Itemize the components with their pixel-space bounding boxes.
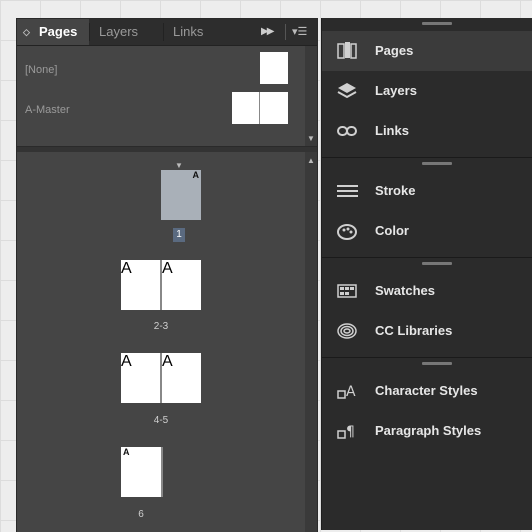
tab-pages[interactable]: ◇ Pages xyxy=(17,19,89,45)
swatches-icon xyxy=(336,280,358,302)
dock-item-label: Character Styles xyxy=(375,383,478,398)
dock-item-links[interactable]: Links xyxy=(322,111,532,151)
dock-group-grip[interactable] xyxy=(422,162,452,165)
panel-menu-icon[interactable]: ▾☰ xyxy=(292,19,307,45)
stroke-icon xyxy=(336,180,359,202)
master-applied-marker: A xyxy=(123,447,130,457)
page-number-6: 6 xyxy=(138,509,144,520)
collapse-tab-icon[interactable]: ◇ xyxy=(23,19,30,45)
character-styles-icon: A xyxy=(336,380,358,402)
panel-dock: Pages Layers Links Stroke Color Swatches xyxy=(321,18,532,530)
svg-text:¶: ¶ xyxy=(346,424,355,440)
spread-thumbnail-4-5[interactable]: A A xyxy=(121,353,201,403)
dock-item-label: Stroke xyxy=(375,183,416,198)
pages-panel: ◇ Pages Layers Links ▶▶ ▾☰ [None] A-Mast… xyxy=(16,18,318,532)
page-thumbnail-2[interactable]: A xyxy=(121,260,160,310)
tab-separator xyxy=(89,23,90,41)
dock-item-label: CC Libraries xyxy=(375,323,453,338)
pages-icon xyxy=(336,40,358,62)
dock-item-label: Layers xyxy=(375,83,417,98)
dock-item-label: Swatches xyxy=(375,283,435,298)
dock-item-label: Color xyxy=(375,223,409,238)
scroll-up-arrow-icon[interactable]: ▲ xyxy=(307,156,315,165)
page-thumbnail-4[interactable]: A xyxy=(121,353,160,403)
page-thumbnail-6[interactable]: A xyxy=(121,447,161,497)
dock-group-grip[interactable] xyxy=(422,22,452,25)
svg-text:A: A xyxy=(346,384,356,400)
spread-spine xyxy=(259,92,260,124)
master-none-thumbnail[interactable] xyxy=(260,52,288,84)
dock-group-grip[interactable] xyxy=(422,262,452,265)
page-thumbnail-5[interactable]: A xyxy=(162,353,201,403)
master-a-label[interactable]: A-Master xyxy=(25,104,70,116)
dock-item-layers[interactable]: Layers xyxy=(322,71,532,111)
dock-item-label: Pages xyxy=(375,43,414,58)
master-applied-marker: A xyxy=(162,353,173,370)
dock-item-color[interactable]: Color xyxy=(322,211,532,251)
dock-item-label: Links xyxy=(375,123,409,138)
page-number-2-3: 2-3 xyxy=(153,321,169,332)
dock-group-separator xyxy=(322,357,532,358)
dock-item-stroke[interactable]: Stroke xyxy=(322,171,532,211)
tab-links[interactable]: Links xyxy=(165,19,243,45)
tab-pages-label: Pages xyxy=(39,24,78,39)
page-thumbnail-3[interactable]: A xyxy=(162,260,201,310)
current-page-marker-icon: ▼ xyxy=(175,161,183,170)
color-icon xyxy=(336,220,358,242)
spread-thumbnail-2-3[interactable]: A A xyxy=(121,260,201,310)
layers-icon xyxy=(336,80,358,102)
dock-item-label: Paragraph Styles xyxy=(375,423,482,438)
page-number-4-5: 4-5 xyxy=(153,415,169,426)
dock-group-grip[interactable] xyxy=(422,362,452,365)
paragraph-styles-icon: ¶ xyxy=(336,420,358,442)
tab-separator xyxy=(163,23,164,41)
page-thumbnail-1[interactable]: A xyxy=(161,170,201,220)
master-applied-marker: A xyxy=(192,170,200,180)
dock-item-cc-libraries[interactable]: CC Libraries xyxy=(322,311,532,351)
cc-libraries-icon xyxy=(336,320,358,342)
menu-separator xyxy=(285,24,286,40)
master-applied-marker: A xyxy=(121,260,132,277)
scroll-down-arrow-icon[interactable]: ▼ xyxy=(307,134,315,143)
links-icon xyxy=(336,120,358,142)
dock-item-character-styles[interactable]: A Character Styles xyxy=(322,371,532,411)
pages-section: ▼ A 1 A A 2-3 A A 4-5 A 6 xyxy=(17,152,305,532)
panel-tab-bar: ◇ Pages Layers Links ▶▶ ▾☰ xyxy=(17,19,317,46)
dock-group-separator xyxy=(322,157,532,158)
master-none-label[interactable]: [None] xyxy=(25,64,57,76)
double-arrow-right-icon[interactable]: ▶▶ xyxy=(261,19,274,45)
spread-spine xyxy=(161,447,163,497)
masters-scrollbar[interactable]: ▼ xyxy=(305,46,317,146)
master-applied-marker: A xyxy=(121,353,132,370)
page-number-1: 1 xyxy=(173,228,185,242)
master-applied-marker: A xyxy=(162,260,173,277)
dock-group-separator xyxy=(322,257,532,258)
dock-item-paragraph-styles[interactable]: ¶ Paragraph Styles xyxy=(322,411,532,451)
master-a-thumbnail[interactable] xyxy=(232,92,288,124)
dock-item-swatches[interactable]: Swatches xyxy=(322,271,532,311)
dock-item-pages[interactable]: Pages xyxy=(322,31,532,71)
masters-section: [None] A-Master xyxy=(17,46,305,146)
pages-scrollbar[interactable]: ▲ xyxy=(305,152,317,532)
